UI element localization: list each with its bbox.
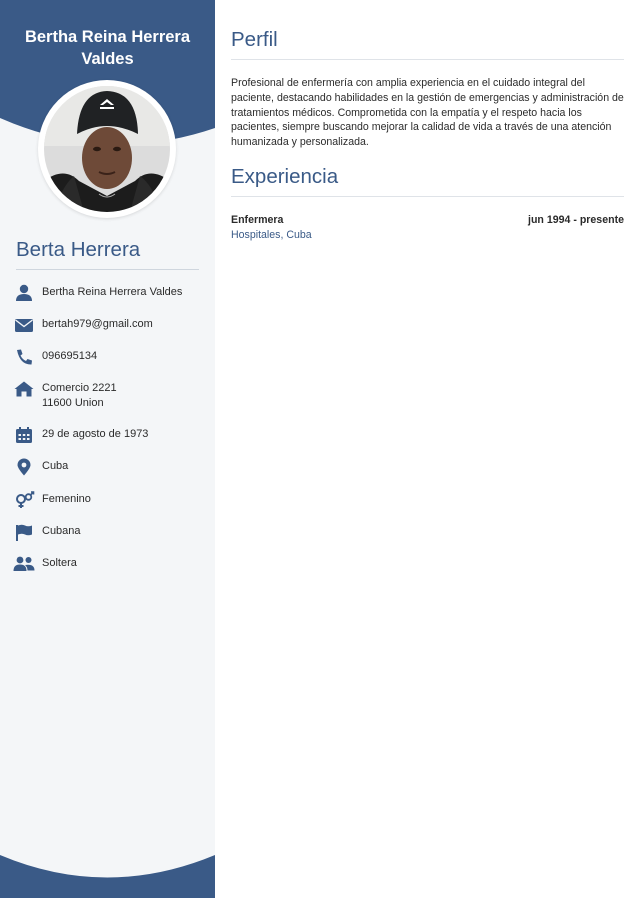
profile-photo [44, 86, 170, 212]
users-icon [13, 555, 35, 573]
profile-photo-frame [38, 80, 176, 218]
main-content: Perfil Profesional de enfermería con amp… [231, 28, 624, 241]
contact-item-gender: Femenino [13, 491, 208, 523]
contact-text: 11600 Union [42, 397, 104, 409]
contact-item-birthdate: 29 de agosto de 1973 [13, 426, 208, 458]
sidebar: Bertha Reina Herrera Valdes Berta Herrer… [0, 0, 215, 898]
user-icon [13, 284, 35, 302]
contact-text: Comercio 2221 [42, 382, 117, 394]
contact-item-name: Bertha Reina Herrera Valdes [13, 284, 208, 316]
experience-item: Enfermera jun 1994 - presente Hospitales… [231, 214, 624, 241]
contact-item-marital-status: Soltera [13, 555, 208, 587]
contact-text: Soltera [42, 557, 77, 569]
contact-text: Bertha Reina Herrera Valdes [42, 286, 183, 298]
contact-item-location: Cuba [13, 458, 208, 491]
contact-text: Femenino [42, 493, 91, 505]
experience-company: Hospitales, Cuba [231, 228, 312, 241]
contact-text: 096695134 [42, 350, 98, 362]
contact-text: bertah979@gmail.com [42, 318, 153, 330]
profile-text: Profesional de enfermería con amplia exp… [231, 77, 624, 149]
experience-title: Enfermera [231, 213, 284, 226]
phone-icon [13, 348, 35, 366]
contact-text: Cuba [42, 460, 69, 472]
contact-text: Cubana [42, 525, 81, 537]
profile-heading: Perfil [231, 28, 624, 60]
contact-item-address: Comercio 2221 11600 Union [13, 380, 208, 426]
home-icon [13, 380, 35, 398]
contact-item-email: bertah979@gmail.com [13, 316, 208, 348]
calendar-icon [13, 426, 35, 444]
contact-item-nationality: Cubana [13, 523, 208, 555]
contact-list: Bertha Reina Herrera Valdes bertah979@gm… [13, 284, 208, 587]
flag-icon [13, 523, 35, 541]
header-full-name: Bertha Reina Herrera Valdes [24, 28, 191, 68]
gender-icon [13, 491, 35, 509]
contact-text: 29 de agosto de 1973 [42, 428, 149, 440]
experience-dates: jun 1994 - presente [528, 213, 624, 226]
envelope-icon [13, 316, 35, 334]
sidebar-section-heading: Berta Herrera [16, 238, 199, 270]
map-pin-icon [13, 458, 35, 476]
experience-heading: Experiencia [231, 165, 624, 197]
contact-item-phone: 096695134 [13, 348, 208, 380]
